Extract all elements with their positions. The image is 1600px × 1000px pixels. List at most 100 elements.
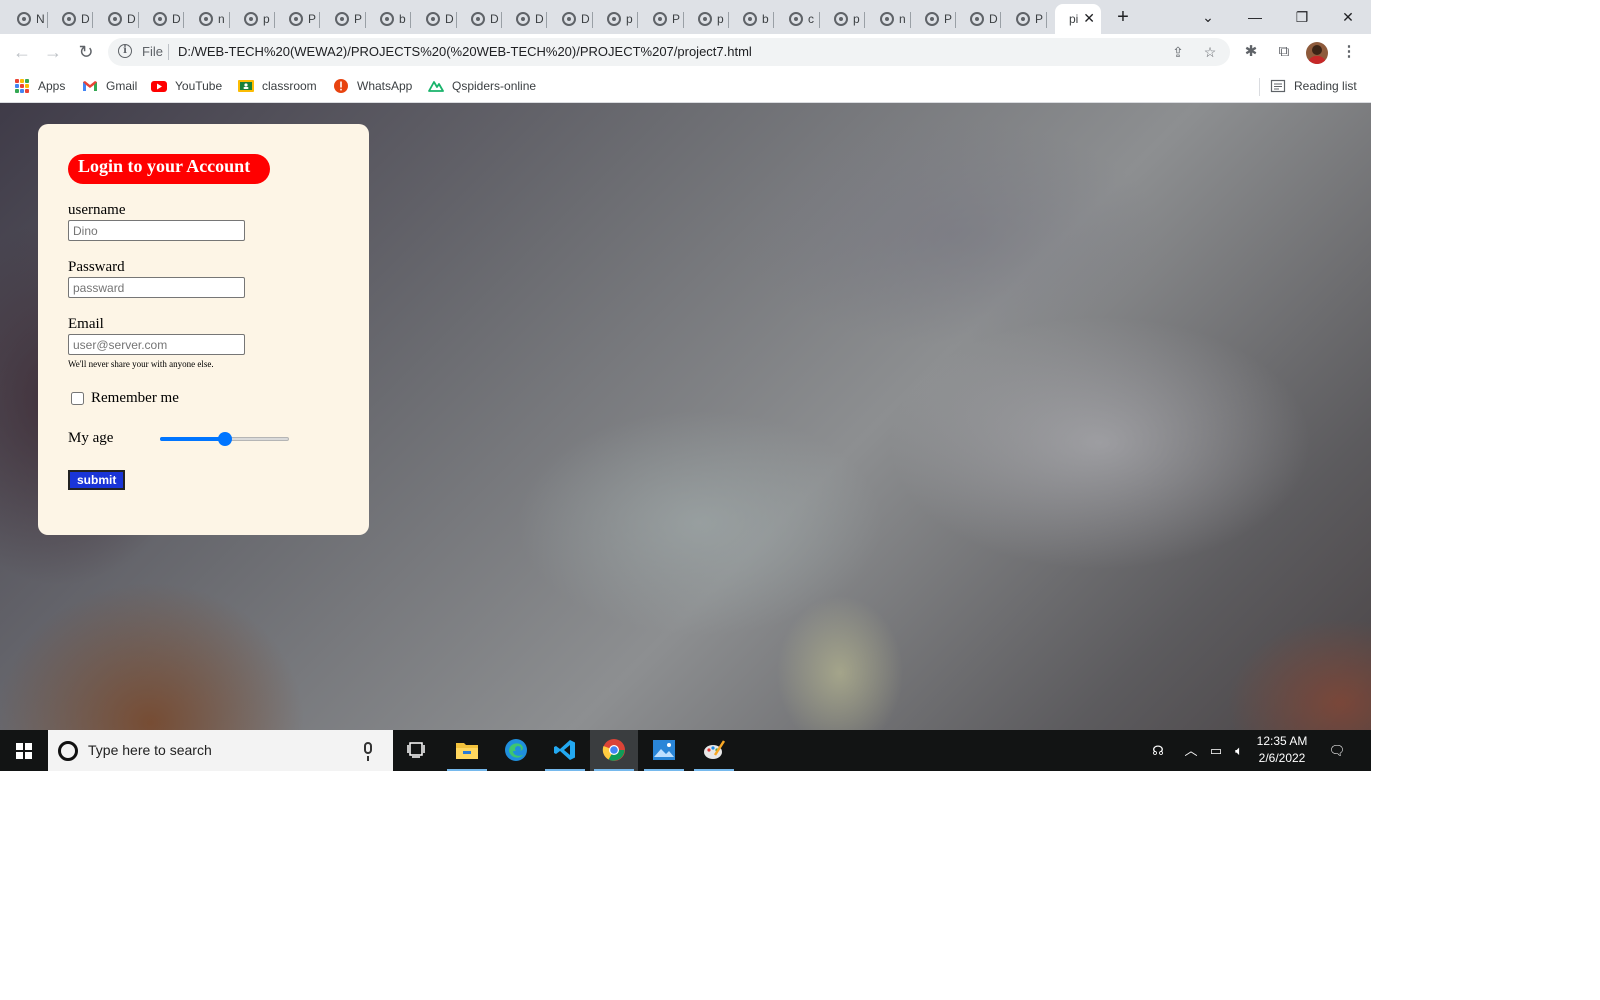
task-view-button[interactable] xyxy=(393,730,441,771)
tab-separator xyxy=(864,12,865,28)
taskbar: Type here to search ☊ ︿ ▭ 🔈︎ 12:35 AM 2/… xyxy=(0,730,1371,771)
username-input[interactable] xyxy=(68,220,245,241)
active-tab-label: pi xyxy=(1069,12,1079,26)
browser-tab[interactable]: p xyxy=(820,4,865,34)
age-slider-fill xyxy=(160,437,225,441)
address-url[interactable]: D:/WEB-TECH%20(WEWA2)/PROJECTS%20(%20WEB… xyxy=(178,44,752,59)
whatsapp-icon xyxy=(333,78,349,94)
address-bar[interactable]: i File D:/WEB-TECH%20(WEWA2)/PROJECTS%20… xyxy=(108,38,1230,66)
active-tab[interactable]: pi ✕ xyxy=(1055,4,1101,34)
forward-arrow-icon[interactable]: → xyxy=(41,40,65,64)
taskbar-clock[interactable]: 12:35 AM 2/6/2022 xyxy=(1254,733,1310,767)
browser-tab[interactable]: D xyxy=(457,4,502,34)
clock-date: 2/6/2022 xyxy=(1258,751,1306,765)
taskbar-photos[interactable] xyxy=(640,730,688,771)
browser-toolbar: ← → ↻ i File D:/WEB-TECH%20(WEWA2)/PROJE… xyxy=(0,34,1371,70)
browser-tab[interactable]: p xyxy=(593,4,638,34)
extension-bug-icon[interactable]: ✱ xyxy=(1240,41,1262,63)
age-slider-thumb[interactable] xyxy=(218,432,232,446)
bookmark-gmail[interactable]: Gmail xyxy=(82,77,137,95)
bookmark-star-icon[interactable]: ☆ xyxy=(1200,42,1220,62)
site-info-icon[interactable]: i xyxy=(118,44,132,58)
browser-tab[interactable]: P xyxy=(321,4,366,34)
browser-tab[interactable]: b xyxy=(729,4,774,34)
page-favicon-icon xyxy=(562,12,576,26)
taskbar-file-explorer[interactable] xyxy=(443,730,491,771)
taskbar-vscode[interactable] xyxy=(541,730,589,771)
browser-tab[interactable]: P xyxy=(275,4,320,34)
browser-tab[interactable]: p xyxy=(230,4,275,34)
browser-tab[interactable]: D xyxy=(94,4,139,34)
taskbar-chrome[interactable] xyxy=(590,730,638,771)
browser-tab[interactable]: D xyxy=(48,4,93,34)
browser-tab[interactable]: D xyxy=(502,4,547,34)
age-slider[interactable] xyxy=(160,431,289,447)
page-favicon-icon xyxy=(108,12,122,26)
browser-tab[interactable]: n xyxy=(866,4,911,34)
page-favicon-icon xyxy=(244,12,258,26)
extensions-puzzle-icon[interactable]: ⧉ xyxy=(1273,41,1295,63)
reload-icon[interactable]: ↻ xyxy=(74,40,98,64)
browser-tab-label: P xyxy=(1035,12,1044,26)
browser-tab[interactable]: c xyxy=(775,4,820,34)
more-menu-icon[interactable]: ⋮ xyxy=(1338,41,1360,63)
tab-separator xyxy=(92,12,93,28)
battery-icon[interactable]: ▭ xyxy=(1207,742,1225,760)
bookmark-classroom[interactable]: classroom xyxy=(238,77,317,95)
password-input[interactable] xyxy=(68,277,245,298)
browser-tab[interactable]: p xyxy=(684,4,729,34)
email-hint: We'll never share your with anyone else. xyxy=(68,359,214,369)
tab-search-chevron-icon[interactable]: ⌄ xyxy=(1193,5,1223,29)
browser-tab[interactable]: b xyxy=(366,4,411,34)
people-icon[interactable]: ☊ xyxy=(1148,742,1168,760)
profile-avatar[interactable] xyxy=(1306,42,1328,64)
browser-tab[interactable]: D xyxy=(412,4,457,34)
page-favicon-icon xyxy=(516,12,530,26)
page-favicon-icon xyxy=(289,12,303,26)
minimize-button[interactable]: — xyxy=(1240,5,1270,29)
show-hidden-icons-chevron-icon[interactable]: ︿ xyxy=(1183,742,1199,760)
microphone-icon[interactable] xyxy=(364,742,372,761)
page-favicon-icon xyxy=(471,12,485,26)
browser-tab[interactable]: D xyxy=(139,4,184,34)
clock-time: 12:35 AM xyxy=(1256,734,1308,748)
page-favicon-icon xyxy=(789,12,803,26)
bookmark-qspiders[interactable]: Qspiders-online xyxy=(428,77,536,95)
login-card: Login to your Account username Passward … xyxy=(38,124,369,535)
page-favicon-icon xyxy=(1016,12,1030,26)
browser-tab[interactable]: N xyxy=(3,4,48,34)
browser-tab[interactable]: P xyxy=(911,4,956,34)
submit-button[interactable]: submit xyxy=(68,470,126,490)
close-window-button[interactable]: ✕ xyxy=(1333,5,1363,29)
volume-icon[interactable]: 🔈︎ xyxy=(1230,742,1248,760)
bookmark-whatsapp[interactable]: WhatsApp xyxy=(333,77,412,95)
taskbar-search-box[interactable]: Type here to search xyxy=(48,730,393,771)
close-tab-icon[interactable]: ✕ xyxy=(1083,10,1095,27)
browser-tab[interactable]: P xyxy=(1002,4,1047,34)
bookmark-youtube[interactable]: YouTube xyxy=(151,77,222,95)
browser-tab[interactable]: n xyxy=(185,4,230,34)
new-tab-button[interactable]: + xyxy=(1111,6,1135,28)
reading-list-button[interactable]: Reading list xyxy=(1270,77,1357,95)
browser-tab-label: D xyxy=(172,12,181,26)
taskbar-edge[interactable] xyxy=(492,730,540,771)
scheme-label: File xyxy=(142,44,163,59)
vscode-icon xyxy=(554,740,575,760)
back-arrow-icon[interactable]: ← xyxy=(10,40,34,64)
browser-tab-label: N xyxy=(36,12,45,26)
share-icon[interactable]: ⇪ xyxy=(1168,42,1188,62)
page-favicon-icon xyxy=(880,12,894,26)
page-viewport: Login to your Account username Passward … xyxy=(0,103,1371,730)
browser-tab[interactable]: D xyxy=(956,4,1001,34)
running-indicator xyxy=(644,769,684,771)
start-button[interactable] xyxy=(0,730,46,771)
bookmark-apps[interactable]: Apps xyxy=(14,77,65,95)
browser-tab[interactable]: P xyxy=(639,4,684,34)
restore-button[interactable]: ❐ xyxy=(1287,5,1317,29)
browser-tab[interactable]: D xyxy=(548,4,593,34)
taskbar-paint[interactable] xyxy=(690,730,738,771)
remember-me-checkbox[interactable] xyxy=(71,392,84,405)
action-center-icon[interactable]: 🗨︎ xyxy=(1327,742,1347,760)
bookmark-label: classroom xyxy=(262,79,317,93)
email-input[interactable] xyxy=(68,334,245,355)
